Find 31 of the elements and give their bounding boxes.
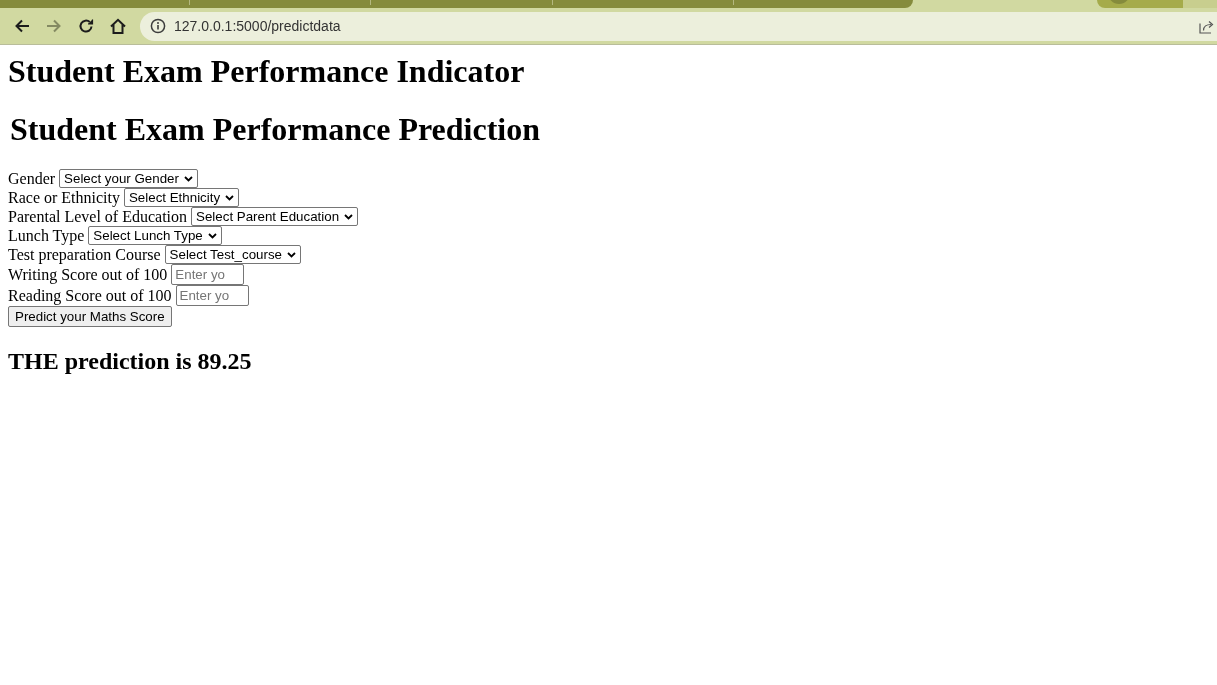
chevron-down-icon [207,232,217,239]
chevron-down-icon [225,194,235,201]
field-label: Parental Level of Education [8,207,188,226]
dropdown-field[interactable]: Select your Gender [59,169,198,188]
predict-button[interactable]: Predict your Maths Score [8,306,172,327]
field-label: Race or Ethnicity [8,188,120,207]
score-input[interactable]: Enter yo [171,264,245,285]
chevron-down-icon [344,213,354,220]
arrow-right-icon [46,18,62,34]
share-icon[interactable] [1199,18,1215,34]
field-label: Lunch Type [8,226,85,245]
page-title: Student Exam Performance Indicator [8,53,525,90]
field-label: Test preparation Course [8,245,161,264]
field-label: Writing Score out of 100 [8,265,168,284]
arrow-left-icon [14,18,30,34]
info-icon [150,18,166,34]
form-title: Student Exam Performance Prediction [10,111,540,148]
field-label: Gender [8,169,56,188]
home-icon [110,18,126,34]
url-text: 127.0.0.1:5000/predictdata [174,18,342,34]
dropdown-field[interactable]: Select Test_course [164,245,301,264]
chevron-down-icon [183,175,193,182]
dropdown-field[interactable]: Select Ethnicity [123,188,240,207]
reload-icon [78,18,94,34]
prediction-result: THE prediction is 89.25 [8,347,252,375]
dropdown-field[interactable]: Select Lunch Type [88,226,222,245]
field-label: Reading Score out of 100 [8,286,172,305]
dropdown-field[interactable]: Select Parent Education [191,207,359,226]
address-bar[interactable]: 127.0.0.1:5000/predictdata [140,11,1217,41]
chevron-down-icon [287,251,296,258]
score-input[interactable]: Enter yo [175,285,249,306]
